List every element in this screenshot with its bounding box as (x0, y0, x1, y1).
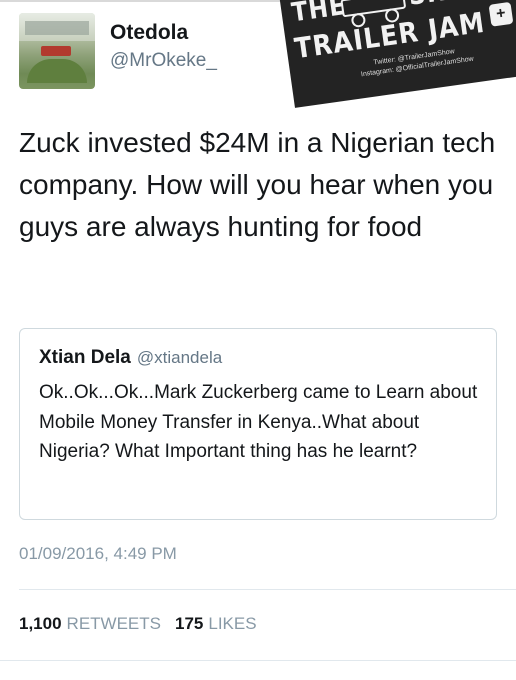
retweets-stat[interactable]: 1,100 RETWEETS (19, 614, 161, 633)
likes-count: 175 (175, 614, 204, 633)
likes-label: LIKES (208, 614, 257, 633)
likes-stat[interactable]: 175 LIKES (175, 614, 257, 633)
quoted-tweet-header: Xtian Dela @xtiandela (39, 347, 222, 369)
quoted-tweet-text: Ok..Ok...Ok...Mark Zuckerberg came to Le… (39, 382, 478, 462)
watermark-the: THE (289, 0, 348, 29)
quoted-author-handle: @xtiandela (136, 348, 223, 367)
avatar[interactable] (19, 13, 95, 89)
quoted-author-name: Xtian Dela (39, 347, 131, 368)
tweet-text: Zuck invested $24M in a Nigerian tech co… (19, 127, 496, 242)
tweet-timestamp[interactable]: 01/09/2016, 4:49 PM (19, 544, 177, 564)
trailer-jam-show-watermark: THE SHOW TRAILER JAM + Twitter: @Trailer… (279, 0, 516, 108)
bottom-divider (0, 660, 516, 661)
divider (19, 589, 516, 590)
tweet-stats: 1,100 RETWEETS 175 LIKES (19, 614, 257, 634)
retweets-count: 1,100 (19, 614, 62, 633)
retweets-label: RETWEETS (66, 614, 161, 633)
author-name[interactable]: Otedola (110, 21, 188, 45)
author-handle[interactable]: @MrOkeke_ (110, 50, 217, 72)
watermark-badge: + (488, 1, 514, 27)
quoted-tweet[interactable]: Xtian Dela @xtiandela Ok..Ok...Ok...Mark … (19, 328, 497, 520)
